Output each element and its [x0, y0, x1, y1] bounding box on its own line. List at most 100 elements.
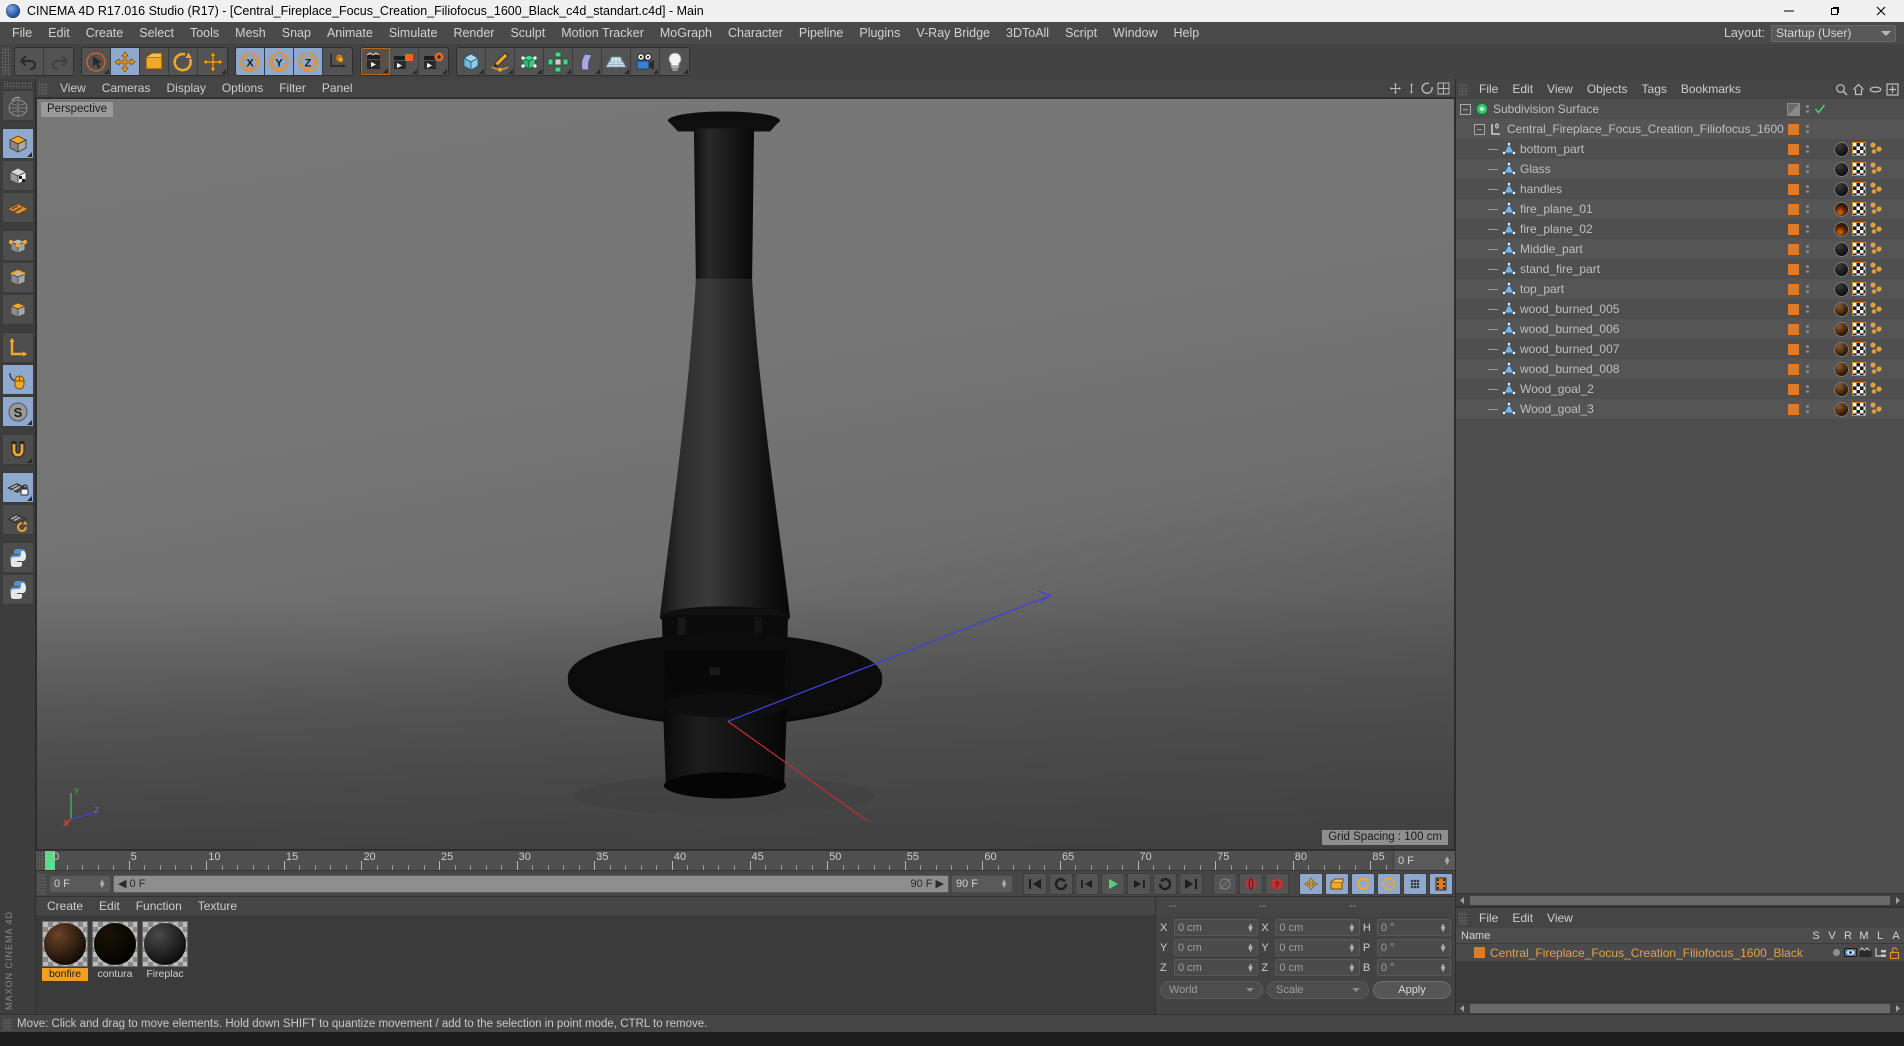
menu-item-script[interactable]: Script	[1057, 23, 1105, 43]
object-tree-row[interactable]: wood_burned_008	[1456, 359, 1904, 379]
minimize-button[interactable]	[1766, 0, 1812, 22]
bend-deformer-button[interactable]	[573, 48, 602, 75]
visibility-dots[interactable]	[1802, 225, 1812, 233]
menu-item-window[interactable]: Window	[1105, 23, 1165, 43]
menu-item-snap[interactable]: Snap	[274, 23, 319, 43]
uvw-tag-icon[interactable]	[1852, 142, 1866, 156]
visibility-dots[interactable]	[1802, 105, 1812, 113]
solo-dot-icon[interactable]	[1831, 947, 1842, 958]
floor-environment-button[interactable]	[602, 48, 631, 75]
material-menu-edit[interactable]: Edit	[91, 898, 128, 914]
menu-item-file[interactable]: File	[4, 23, 40, 43]
coordinate-space-dropdown[interactable]: World	[1160, 981, 1263, 999]
spinner-icon[interactable]: ▲ ▼	[1439, 921, 1447, 933]
object-display-toggle[interactable]	[1784, 243, 1802, 255]
object-tree-row[interactable]: Wood_goal_2	[1456, 379, 1904, 399]
spinner-icon[interactable]: ▲ ▼	[98, 877, 106, 889]
menu-item-select[interactable]: Select	[131, 23, 182, 43]
attribute-hscrollbar[interactable]	[1456, 1001, 1904, 1014]
render-view-button[interactable]	[361, 48, 390, 75]
phong-tag-icon[interactable]	[1869, 141, 1883, 158]
tree-expander-icon[interactable]: –	[1460, 103, 1471, 115]
maximize-button[interactable]	[1812, 0, 1858, 22]
object-display-toggle[interactable]	[1784, 263, 1802, 275]
scroll-thumb[interactable]	[1470, 895, 1890, 905]
material-tag-icon[interactable]	[1834, 401, 1849, 417]
material-tag-icon[interactable]	[1834, 361, 1849, 377]
menu-item-3dtoall[interactable]: 3DToAll	[998, 23, 1057, 43]
object-display-toggle[interactable]	[1784, 183, 1802, 195]
menu-item-animate[interactable]: Animate	[319, 23, 381, 43]
spinner-icon[interactable]: ▲ ▼	[1247, 961, 1255, 973]
phong-tag-icon[interactable]	[1869, 401, 1883, 418]
material-tag-icon[interactable]	[1834, 321, 1849, 337]
key-point-level-button[interactable]	[1403, 872, 1427, 895]
coord-size-z-field[interactable]: 0 cm ▲ ▼	[1275, 959, 1360, 976]
spinner-icon[interactable]: ▲ ▼	[1247, 921, 1255, 933]
move-tool-alt[interactable]	[198, 48, 227, 75]
object-display-toggle[interactable]	[1784, 223, 1802, 235]
menu-item-character[interactable]: Character	[720, 23, 791, 43]
perspective-viewport[interactable]: Perspective Y Z X Grid Spacing: 100 cm	[36, 98, 1455, 850]
material-swatch-grid[interactable]: bonfire contura Fireplac	[36, 915, 1155, 1014]
material-tag-icon[interactable]	[1834, 141, 1849, 157]
object-display-toggle[interactable]	[1784, 163, 1802, 175]
key-position-button[interactable]	[1299, 872, 1323, 895]
scroll-right-icon[interactable]	[1893, 1004, 1902, 1013]
phong-tag-icon[interactable]	[1869, 341, 1883, 358]
menu-item-create[interactable]: Create	[78, 23, 132, 43]
subdivision-enable-check[interactable]	[1812, 103, 1828, 115]
phong-tag-icon[interactable]	[1869, 301, 1883, 318]
workplane-button[interactable]	[1, 192, 34, 223]
attr-menu-view[interactable]: View	[1540, 910, 1580, 926]
scale-tool[interactable]	[140, 48, 169, 75]
layer-tree-icon[interactable]	[1874, 947, 1887, 958]
uvw-tag-icon[interactable]	[1852, 202, 1866, 216]
menu-item-plugins[interactable]: Plugins	[851, 23, 908, 43]
object-display-toggle[interactable]	[1784, 283, 1802, 295]
light-button[interactable]	[660, 48, 689, 75]
play-reverse-loop-button[interactable]	[1049, 872, 1073, 895]
end-frame-field[interactable]: 90 F ▲ ▼	[951, 874, 1013, 893]
layout-dropdown[interactable]: Startup (User)	[1771, 24, 1896, 42]
viewport-menu-grip[interactable]	[39, 81, 48, 95]
spinner-icon[interactable]: ▲ ▼	[1439, 941, 1447, 953]
search-icon[interactable]	[1835, 83, 1848, 96]
live-selection-tool[interactable]	[82, 48, 111, 75]
visibility-dots[interactable]	[1802, 245, 1812, 253]
material-tag-icon[interactable]	[1834, 301, 1849, 317]
phong-tag-icon[interactable]	[1869, 161, 1883, 178]
object-tree-row[interactable]: fire_plane_02	[1456, 219, 1904, 239]
object-menu-view[interactable]: View	[1540, 81, 1580, 97]
attribute-row[interactable]: Central_Fireplace_Focus_Creation_Filiofo…	[1456, 944, 1904, 961]
key-rotation-button[interactable]	[1351, 872, 1375, 895]
move-tool[interactable]	[111, 48, 140, 75]
object-menu-bookmarks[interactable]: Bookmarks	[1674, 81, 1748, 97]
go-to-end-button[interactable]	[1179, 872, 1203, 895]
object-tree-row[interactable]: bottom_part	[1456, 139, 1904, 159]
coord-rotation-h-field[interactable]: 0 ° ▲ ▼	[1376, 919, 1451, 936]
phong-tag-icon[interactable]	[1869, 241, 1883, 258]
left-palette-grip[interactable]	[3, 81, 32, 89]
keyframe-help-button[interactable]: ?	[1265, 872, 1289, 895]
object-display-toggle[interactable]	[1784, 143, 1802, 155]
key-scale-button[interactable]	[1325, 872, 1349, 895]
status-bar-grip[interactable]	[3, 1017, 12, 1030]
polygon-mode-button[interactable]	[1, 294, 34, 325]
phong-tag-icon[interactable]	[1869, 261, 1883, 278]
coord-size-x-field[interactable]: 0 cm ▲ ▼	[1275, 919, 1360, 936]
material-tag-icon[interactable]	[1834, 181, 1849, 197]
coord-position-x-field[interactable]: 0 cm ▲ ▼	[1174, 919, 1259, 936]
material-swatch[interactable]: Fireplac	[142, 921, 188, 981]
material-tag-icon[interactable]	[1834, 381, 1849, 397]
new-layout-icon[interactable]	[1886, 82, 1899, 96]
rotate-workplane-button[interactable]	[1, 504, 34, 535]
viewport-menu-display[interactable]: Display	[158, 80, 213, 96]
coord-rotation-b-field[interactable]: 0 ° ▲ ▼	[1376, 959, 1451, 976]
scene-filter-icon[interactable]	[1869, 83, 1882, 96]
menu-item-edit[interactable]: Edit	[40, 23, 78, 43]
render-to-picture-viewer-button[interactable]	[390, 48, 419, 75]
coord-position-y-field[interactable]: 0 cm ▲ ▼	[1174, 939, 1259, 956]
object-tree-hscrollbar[interactable]	[1456, 893, 1904, 906]
material-tag-icon[interactable]	[1834, 201, 1849, 217]
